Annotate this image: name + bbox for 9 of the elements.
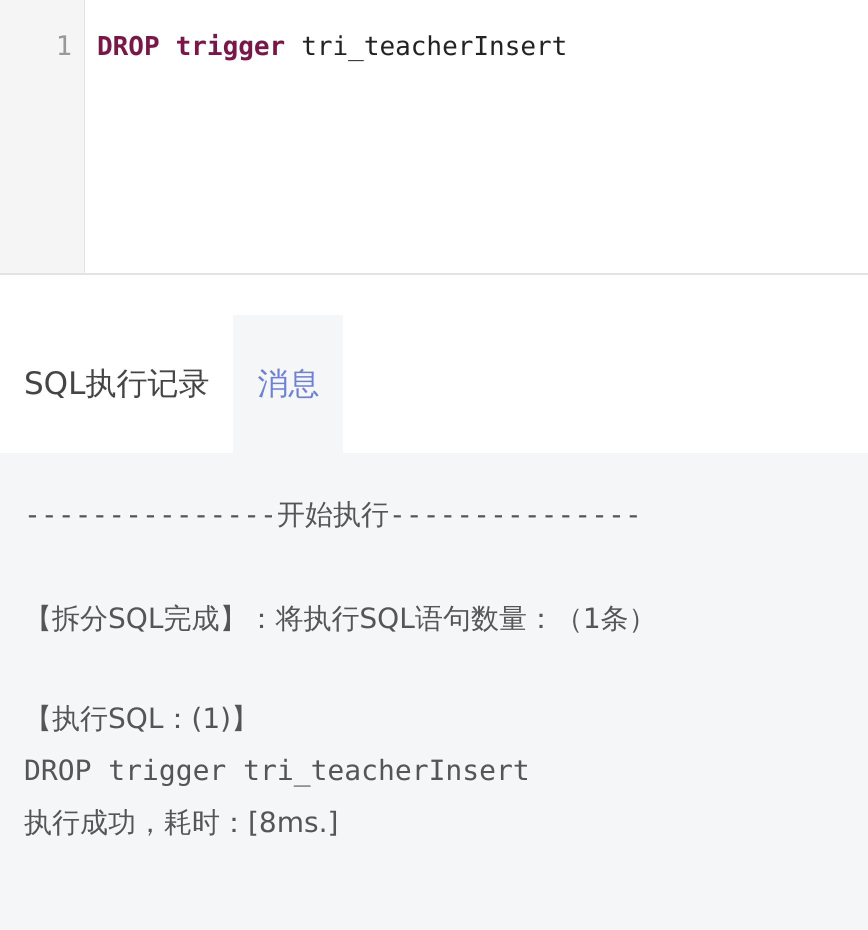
sql-keyword: trigger: [176, 31, 286, 64]
sql-keyword: DROP: [97, 31, 160, 64]
log-line: 执行成功，耗时：[8ms.]: [24, 805, 340, 841]
log-line: 【拆分SQL完成】：将执行SQL语句数量：（1条）: [24, 601, 658, 637]
code-text: tri_teacherInsert: [301, 31, 568, 64]
log-line: 【执行SQL：(1)】: [24, 701, 260, 737]
log-line: DROP trigger tri_teacherInsert: [24, 753, 531, 789]
log-line: ---------------开始执行---------------: [24, 497, 643, 533]
line-number: 1: [56, 30, 73, 64]
